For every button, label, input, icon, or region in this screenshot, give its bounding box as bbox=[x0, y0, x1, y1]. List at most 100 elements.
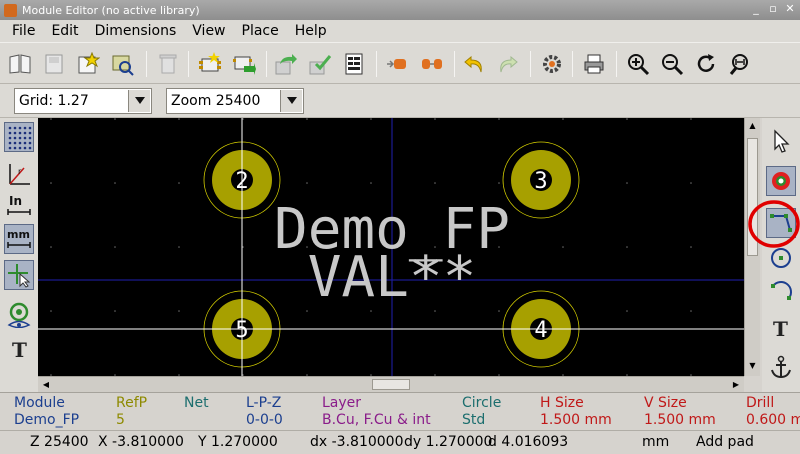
save-library-button[interactable] bbox=[40, 50, 68, 78]
menu-view[interactable]: View bbox=[184, 23, 233, 39]
menu-help[interactable]: Help bbox=[287, 23, 335, 39]
info-column-drill: Drill 0.600 m bbox=[746, 395, 800, 429]
load-from-board-button[interactable] bbox=[230, 50, 258, 78]
add-text-tool-button[interactable]: T bbox=[766, 312, 796, 342]
scroll-up-arrow-icon[interactable]: ▲ bbox=[747, 120, 758, 132]
status-bar: Z 25400 X -3.810000 Y 1.270000 dx -3.810… bbox=[0, 430, 800, 454]
load-footprint-button[interactable] bbox=[108, 50, 136, 78]
add-pad-tool-button[interactable] bbox=[766, 166, 796, 196]
info-header: Circle bbox=[462, 395, 502, 411]
footprint-new-icon bbox=[199, 52, 221, 72]
global-pad-edit-button[interactable] bbox=[418, 50, 446, 78]
text-sketch-toggle[interactable]: T bbox=[4, 334, 34, 364]
info-value: Demo_FP bbox=[14, 412, 80, 428]
show-grid-toggle[interactable] bbox=[4, 122, 34, 152]
create-new-footprint-button[interactable] bbox=[196, 50, 224, 78]
scroll-down-arrow-icon[interactable]: ▼ bbox=[747, 360, 758, 372]
library-book-icon bbox=[9, 54, 31, 74]
redo-icon bbox=[500, 55, 518, 73]
status-mode: Add pad bbox=[696, 434, 754, 450]
print-button[interactable] bbox=[580, 50, 608, 78]
redo-button[interactable] bbox=[494, 50, 522, 78]
info-header: RefP bbox=[116, 395, 148, 411]
app-icon bbox=[4, 3, 17, 17]
select-library-button[interactable] bbox=[6, 50, 34, 78]
highlight-circle bbox=[748, 200, 800, 248]
save-library-icon bbox=[45, 54, 63, 74]
toolbar-separator bbox=[376, 51, 377, 77]
info-column-circle: Circle Std bbox=[462, 395, 501, 429]
inches-units-toggle[interactable]: In bbox=[4, 190, 34, 220]
export-arrow-icon bbox=[275, 54, 297, 75]
horizontal-scrollbar[interactable]: ◀ ▶ bbox=[38, 376, 744, 392]
new-footprint-star-icon bbox=[78, 52, 100, 74]
scroll-left-arrow-icon[interactable]: ◀ bbox=[40, 379, 52, 390]
menu-dimensions[interactable]: Dimensions bbox=[87, 23, 185, 39]
menu-file[interactable]: File bbox=[4, 23, 43, 39]
cursor-crosshair-icon bbox=[8, 264, 31, 288]
zoom-out-button[interactable] bbox=[658, 50, 686, 78]
delete-footprint-button[interactable] bbox=[154, 50, 182, 78]
zoom-fit-button[interactable] bbox=[726, 50, 754, 78]
zoom-select[interactable]: Zoom 25400 bbox=[166, 88, 304, 114]
maximize-button[interactable]: ▫ bbox=[767, 3, 779, 15]
info-column-refp: RefP 5 bbox=[116, 395, 147, 429]
info-column-module: Module Demo_FP bbox=[14, 395, 79, 429]
text-tool-icon: T bbox=[773, 317, 788, 340]
close-button[interactable]: ✕ bbox=[784, 3, 796, 15]
title-bar: Module Editor (no active library) _ ▫ ✕ bbox=[0, 0, 800, 20]
polar-coords-toggle[interactable]: r bbox=[4, 158, 34, 188]
scroll-right-arrow-icon[interactable]: ▶ bbox=[730, 379, 742, 390]
toolbar-separator bbox=[454, 51, 455, 77]
pad-tool-icon bbox=[772, 172, 790, 190]
zoom-fit-icon bbox=[729, 54, 748, 75]
grid-select[interactable]: Grid: 1.27 bbox=[14, 88, 152, 114]
chevron-down-icon[interactable] bbox=[280, 90, 302, 112]
minimize-button[interactable]: _ bbox=[750, 3, 762, 15]
info-header: Layer bbox=[322, 395, 362, 411]
library-settings-button[interactable] bbox=[538, 50, 566, 78]
mm-units-toggle[interactable]: mm bbox=[4, 224, 34, 254]
new-footprint-button[interactable] bbox=[74, 50, 102, 78]
footprint-import-icon bbox=[233, 56, 256, 75]
footprint-canvas[interactable]: 2 3 5 4 Demo_FP VAL** bbox=[38, 118, 744, 376]
info-header: Drill bbox=[746, 395, 775, 411]
info-header: L-P-Z bbox=[246, 395, 282, 411]
toolbar-separator bbox=[616, 51, 617, 77]
menu-edit[interactable]: Edit bbox=[43, 23, 86, 39]
status-units: mm bbox=[642, 434, 670, 450]
info-value: 0-0-0 bbox=[246, 412, 283, 428]
pad-arrow-icon bbox=[387, 59, 406, 69]
right-tools-toolbar: T bbox=[748, 118, 800, 392]
horizontal-scroll-thumb[interactable] bbox=[372, 379, 410, 390]
footprint-properties-button[interactable] bbox=[340, 50, 368, 78]
toolbar-separator bbox=[572, 51, 573, 77]
chevron-down-icon[interactable] bbox=[128, 90, 150, 112]
redraw-button[interactable] bbox=[692, 50, 720, 78]
select-tool-button[interactable] bbox=[766, 126, 796, 156]
canvas-drawing: 2 3 5 4 Demo_FP VAL** bbox=[38, 118, 744, 376]
info-value: Std bbox=[462, 412, 486, 428]
update-board-button[interactable] bbox=[306, 50, 334, 78]
insert-into-board-button[interactable] bbox=[272, 50, 300, 78]
zoom-in-button[interactable] bbox=[624, 50, 652, 78]
zoom-out-icon bbox=[662, 54, 684, 76]
trash-icon bbox=[159, 54, 177, 74]
info-column-vsize: V Size 1.500 mm bbox=[644, 395, 716, 429]
pad-settings-button[interactable] bbox=[384, 50, 412, 78]
add-arc-tool-button[interactable] bbox=[766, 276, 796, 306]
load-footprint-icon bbox=[112, 55, 134, 76]
pad-sketch-toggle[interactable] bbox=[4, 300, 34, 330]
set-anchor-tool-button[interactable] bbox=[766, 352, 796, 382]
zoom-in-icon bbox=[628, 54, 650, 76]
arrow-cursor-icon bbox=[774, 129, 790, 153]
options-toolbar: Grid: 1.27 Zoom 25400 bbox=[0, 84, 800, 118]
zoom-select-value: Zoom 25400 bbox=[171, 93, 261, 109]
undo-button[interactable] bbox=[460, 50, 488, 78]
value-text[interactable]: VAL** bbox=[308, 245, 477, 310]
menu-place[interactable]: Place bbox=[234, 23, 287, 39]
printer-icon bbox=[584, 54, 604, 74]
anchor-icon bbox=[771, 355, 791, 379]
toolbar-separator bbox=[266, 51, 267, 77]
full-cursor-toggle[interactable] bbox=[4, 260, 34, 290]
